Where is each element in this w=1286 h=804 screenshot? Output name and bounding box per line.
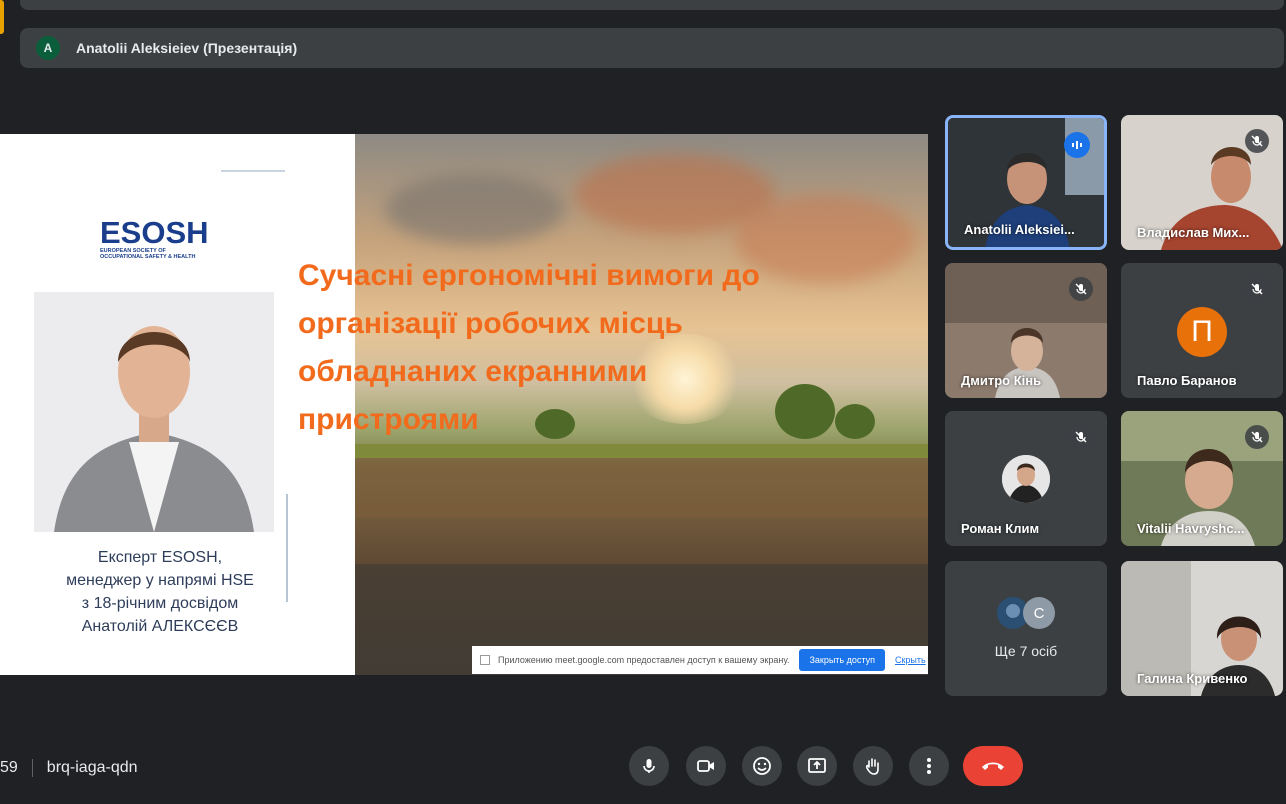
- participant-tile-2[interactable]: Владислав Мих...: [1121, 115, 1283, 250]
- divider: [31, 759, 33, 777]
- participant-avatar: П: [1177, 307, 1227, 357]
- muted-mic-icon: [1069, 277, 1093, 301]
- leave-call-button[interactable]: [963, 746, 1023, 786]
- participant-name: Дмитро Кінь: [961, 373, 1042, 388]
- meeting-info: 59 brq-iaga-qdn: [0, 756, 138, 780]
- esosh-logo-text: ESOSH: [100, 215, 209, 250]
- microphone-icon: [643, 759, 655, 773]
- muted-mic-icon: [1245, 129, 1269, 153]
- participant-name: Anatolii Aleksiei...: [964, 222, 1075, 237]
- participant-name: Роман Клим: [961, 521, 1040, 536]
- reactions-button[interactable]: [742, 746, 782, 786]
- meeting-code: brq-iaga-qdn: [46, 759, 138, 776]
- participant-name: Галина Кривенко: [1137, 671, 1248, 686]
- slide-divider-line: [221, 170, 285, 172]
- participant-name: Vitalii Havryshc...: [1137, 521, 1245, 536]
- stop-sharing-button[interactable]: Закрыть доступ: [799, 649, 885, 671]
- microphone-button[interactable]: [629, 746, 669, 786]
- participant-tile-8[interactable]: Галина Кривенко: [1121, 561, 1283, 696]
- muted-mic-icon: [1245, 277, 1269, 301]
- participant-tile-3[interactable]: Дмитро Кінь: [945, 263, 1107, 398]
- share-notice-text: Приложению meet.google.com предоставлен …: [498, 655, 790, 665]
- more-participants-avatars: C: [997, 597, 1067, 631]
- participant-tile-5[interactable]: Роман Клим: [945, 411, 1107, 546]
- slide-title-line-4: пристроями: [298, 403, 479, 436]
- muted-mic-icon: [1245, 425, 1269, 449]
- participant-avatar: C: [1023, 597, 1055, 629]
- camera-button[interactable]: [686, 746, 726, 786]
- participant-avatar: [1002, 455, 1050, 503]
- emoji-icon: [753, 757, 771, 775]
- slide-title-line-1: Сучасні ергономічні вимоги до: [298, 259, 760, 292]
- speaker-photo: [34, 292, 274, 532]
- esosh-logo-sub-2: OCCUPATIONAL SAFETY & HEALTH: [100, 254, 196, 260]
- slide-title-line-3: обладнаних екранними: [298, 355, 648, 388]
- caption-line-1: Експерт ESOSH,: [97, 549, 223, 566]
- top-bar: [20, 0, 1284, 10]
- raise-hand-button[interactable]: [853, 746, 893, 786]
- caption-line-2: менеджер у напрямі HSE: [66, 572, 254, 589]
- participant-name: Павло Баранов: [1137, 373, 1237, 388]
- participant-name: Владислав Мих...: [1137, 225, 1250, 240]
- slide-title-line-2: організації робочих місць: [298, 307, 683, 340]
- share-notice-icon: [480, 655, 490, 665]
- presenter-label: Anatolii Aleksieiev (Презентація): [76, 40, 298, 56]
- participant-tile-1[interactable]: Anatolii Aleksiei...: [945, 115, 1107, 250]
- slide-title: Сучасні ергономічні вимоги до організаці…: [298, 252, 888, 444]
- shared-screen: ESOSH EUROPEAN SOCIETY OF OCCUPATIONAL S…: [0, 134, 928, 675]
- speaker-caption: Експерт ESOSH, менеджер у напрямі HSE з …: [30, 546, 290, 638]
- participant-tile-4[interactable]: П Павло Баранов: [1121, 263, 1283, 398]
- present-screen-icon: [808, 758, 826, 773]
- time-fragment: 59: [0, 759, 18, 776]
- caption-line-4: Анатолій АЛЕКСЄЄВ: [81, 618, 239, 635]
- esosh-logo: ESOSH EUROPEAN SOCIETY OF OCCUPATIONAL S…: [100, 215, 220, 268]
- more-options-button[interactable]: [909, 746, 949, 786]
- presenter-avatar: A: [36, 36, 60, 60]
- more-vert-icon: [927, 758, 931, 774]
- more-participants-tile[interactable]: C Ще 7 осіб: [945, 561, 1107, 696]
- screen-share-notice: Приложению meet.google.com предоставлен …: [472, 646, 928, 674]
- camera-icon: [697, 760, 714, 772]
- speaking-indicator-icon: [1064, 132, 1090, 158]
- hand-icon: [865, 758, 879, 775]
- present-screen-button[interactable]: [797, 746, 837, 786]
- more-participants-label: Ще 7 осіб: [994, 643, 1058, 659]
- caption-line-3: з 18-річним досвідом: [81, 595, 239, 612]
- hide-notice-link[interactable]: Скрыть: [895, 655, 926, 665]
- participant-tile-6[interactable]: Vitalii Havryshc...: [1121, 411, 1283, 546]
- hang-up-icon: [982, 762, 1004, 770]
- yellow-indicator: [0, 0, 4, 34]
- presenter-bar: A Anatolii Aleksieiev (Презентація): [20, 28, 1284, 68]
- muted-mic-icon: [1069, 425, 1093, 449]
